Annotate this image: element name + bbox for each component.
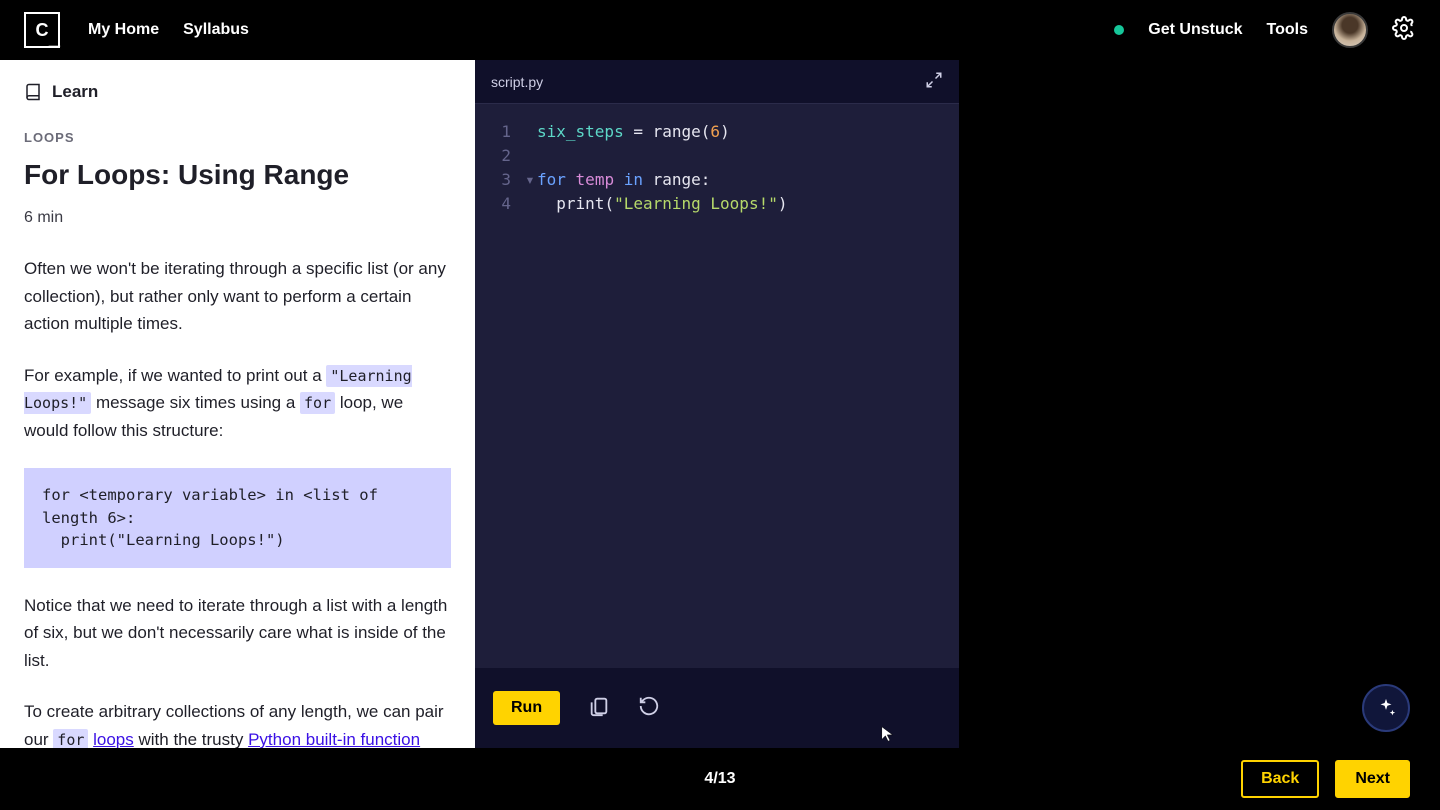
logo[interactable]: C (24, 12, 60, 48)
fold-marker-icon[interactable]: ▾ (523, 168, 537, 192)
lesson-paragraph: For example, if we wanted to print out a… (24, 362, 451, 445)
tools-button[interactable]: Tools (1267, 21, 1308, 39)
lesson-code-block: for <temporary variable> in <list of len… (24, 468, 451, 567)
lesson-paragraph: Often we won't be iterating through a sp… (24, 255, 451, 338)
book-icon (24, 83, 42, 101)
python-builtin-link[interactable]: Python built-in function (248, 730, 420, 748)
lesson-eyebrow: LOOPS (24, 130, 451, 145)
lesson-duration: 6 min (24, 209, 451, 227)
back-button[interactable]: Back (1241, 760, 1319, 798)
lesson-tab-label: Learn (52, 82, 98, 102)
settings-gear-icon[interactable] (1392, 16, 1416, 45)
loops-link[interactable]: loops (93, 730, 134, 748)
lesson-tab-learn[interactable]: Learn (24, 82, 451, 102)
copy-icon[interactable] (588, 695, 610, 722)
progress-indicator: 4/13 (704, 770, 735, 788)
gutter-line-number: 3 (475, 168, 523, 192)
top-bar: C My Home Syllabus Get Unstuck Tools (0, 0, 1440, 60)
nav-my-home[interactable]: My Home (88, 21, 159, 39)
code-editor[interactable]: 1 six_steps = range(6) 2 3▾ for temp in … (475, 104, 959, 232)
status-indicator-icon (1114, 25, 1124, 35)
gutter-line-number: 1 (475, 120, 523, 144)
lesson-paragraph: To create arbitrary collections of any l… (24, 698, 451, 748)
lesson-title: For Loops: Using Range (24, 159, 451, 191)
inline-code: for (53, 729, 88, 748)
ai-assistant-fab[interactable] (1362, 684, 1410, 732)
avatar[interactable] (1332, 12, 1368, 48)
get-unstuck-button[interactable]: Get Unstuck (1148, 21, 1242, 39)
reset-icon[interactable] (638, 695, 660, 722)
editor-toolbar: Run (475, 668, 959, 748)
gutter-line-number: 2 (475, 144, 523, 168)
gutter-line-number: 4 (475, 192, 523, 216)
lesson-panel: Learn LOOPS For Loops: Using Range 6 min… (0, 60, 475, 748)
inline-code: for (300, 392, 335, 414)
editor-filename[interactable]: script.py (491, 74, 543, 90)
nav-syllabus[interactable]: Syllabus (183, 21, 249, 39)
editor-panel: script.py 1 six_steps = range(6) 2 3▾ fo… (475, 60, 959, 748)
bottom-bar: 4/13 Back Next (0, 748, 1440, 810)
run-button[interactable]: Run (493, 691, 560, 725)
editor-tab-bar: script.py (475, 60, 959, 104)
next-button[interactable]: Next (1335, 760, 1410, 798)
expand-icon[interactable] (925, 71, 943, 92)
lesson-paragraph: Notice that we need to iterate through a… (24, 592, 451, 675)
output-panel (959, 60, 1440, 748)
